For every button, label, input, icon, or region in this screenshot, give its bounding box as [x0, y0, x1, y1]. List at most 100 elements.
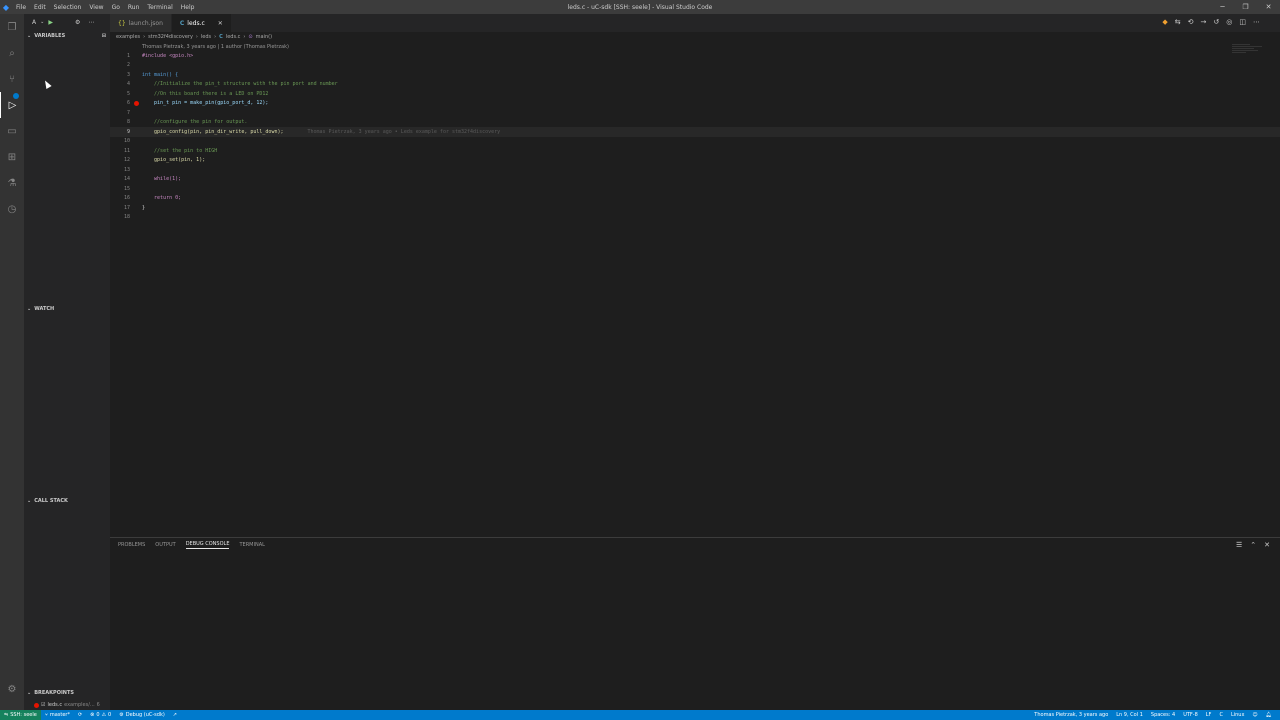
source-control-icon[interactable]: ⑂ — [0, 66, 24, 92]
chevron-down-icon[interactable]: ⌄ — [40, 19, 44, 25]
platform[interactable]: Linux — [1227, 712, 1248, 718]
cursor-position[interactable]: Ln 9, Col 1 — [1112, 712, 1147, 718]
debug-config-select[interactable]: A — [32, 19, 36, 26]
breakpoints-section-header[interactable]: ⌄ BREAKPOINTS — [24, 687, 74, 699]
breadcrumb-item[interactable]: leds.c — [226, 34, 241, 40]
menu-bar: File Edit Selection View Go Run Terminal… — [12, 4, 198, 11]
go-back-icon[interactable]: ⟲ — [1188, 18, 1194, 26]
more-icon[interactable]: ⋯ — [1253, 18, 1260, 26]
tab-launch-json[interactable]: {} launch.json — [110, 14, 172, 32]
watch-title: WATCH — [34, 306, 55, 312]
breakpoint-item[interactable]: ☑ leds.c examples/... 6 — [24, 702, 110, 708]
close-icon[interactable]: ✕ — [218, 20, 223, 27]
split-editor-icon[interactable]: ◫ — [1239, 18, 1246, 26]
minimap[interactable] — [1232, 44, 1266, 64]
blame-status[interactable]: Thomas Pietrzak, 3 years ago — [1030, 712, 1112, 718]
tab-leds-c[interactable]: C leds.c ✕ — [171, 14, 232, 32]
timeline-icon[interactable]: ◷ — [0, 196, 24, 222]
source-control-badge — [13, 93, 19, 99]
line-number: 7 — [126, 109, 130, 116]
collapse-all-icon[interactable]: ⊟ — [102, 33, 106, 39]
menu-terminal[interactable]: Terminal — [143, 4, 176, 11]
menu-go[interactable]: Go — [108, 4, 124, 11]
debug-toolbar-icon[interactable]: ◆ — [1162, 18, 1167, 26]
breakpoint-gutter[interactable] — [130, 100, 142, 106]
restore-icon[interactable]: ❐ — [1234, 0, 1257, 14]
line-number: 11 — [123, 147, 130, 154]
tab-terminal[interactable]: TERMINAL — [239, 542, 264, 548]
breadcrumb-item[interactable]: examples — [116, 34, 140, 40]
menu-help[interactable]: Help — [177, 4, 199, 11]
remote-explorer-icon[interactable]: ▭ — [0, 118, 24, 144]
code-line: 10 — [110, 137, 1280, 147]
line-number: 2 — [126, 62, 130, 69]
c-file-icon: C — [219, 34, 223, 40]
code-line: 12 gpio_set(pin, 1); — [110, 156, 1280, 166]
call-stack-section-header[interactable]: ⌄ CALL STACK — [24, 495, 68, 507]
feedback-icon[interactable]: ☺ — [1248, 712, 1261, 718]
bell-icon[interactable]: 🔔︎ — [1262, 712, 1276, 718]
menu-selection[interactable]: Selection — [50, 4, 86, 11]
close-panel-icon[interactable]: ✕ — [1264, 541, 1270, 549]
filter-icon[interactable]: ☰ — [1236, 541, 1242, 549]
remote-indicator[interactable]: ⇋ SSH: seele — [0, 710, 41, 720]
menu-file[interactable]: File — [12, 4, 30, 11]
encoding[interactable]: UTF-8 — [1179, 712, 1202, 718]
minimize-icon[interactable]: ─ — [1211, 0, 1234, 14]
code-editor[interactable]: 1 #include <gpio.h> 2 3 int main() { 4 /… — [110, 51, 1280, 222]
end-of-line[interactable]: LF — [1202, 712, 1216, 718]
code-line: 5 //On this board there is a LED on PD12 — [110, 89, 1280, 99]
menu-run[interactable]: Run — [124, 4, 144, 11]
line-number: 5 — [126, 90, 130, 97]
run-debug-icon[interactable]: ▷ — [0, 92, 24, 118]
breakpoint-file: leds.c — [47, 702, 63, 708]
gear-icon[interactable]: ⚙ — [75, 19, 80, 26]
checkbox-icon[interactable]: ☑ — [41, 702, 45, 708]
live-share-icon[interactable]: ↗ — [169, 712, 181, 718]
breadcrumb-item[interactable]: stm32f4discovery — [148, 34, 193, 40]
indentation[interactable]: Spaces: 4 — [1147, 712, 1179, 718]
breadcrumb-item[interactable]: leds — [201, 34, 211, 40]
breadcrumb: examples › stm32f4discovery › leds › C l… — [110, 32, 1280, 42]
code-line: 7 — [110, 108, 1280, 118]
codelens-blame[interactable]: Thomas Pietrzak, 3 years ago | 1 author … — [110, 42, 1280, 51]
code-line: 2 — [110, 61, 1280, 71]
close-icon[interactable]: ✕ — [1257, 0, 1280, 14]
problems-indicator[interactable]: ⊗ 0 ⚠ 0 — [86, 712, 115, 718]
line-number: 14 — [123, 176, 130, 183]
line-number: 3 — [126, 71, 130, 78]
explorer-icon[interactable]: ❐ — [0, 14, 24, 40]
code-line: 13 — [110, 165, 1280, 175]
code-text: //Initialize the pin_t structure with th… — [142, 81, 338, 88]
watch-section-header[interactable]: ⌄ WATCH — [24, 303, 54, 315]
open-changes-icon[interactable]: ◎ — [1226, 18, 1232, 26]
debug-indicator[interactable]: ⚙ Debug (uC-sdk) — [115, 712, 169, 718]
tab-output[interactable]: OUTPUT — [155, 542, 175, 548]
breakpoint-dot-icon — [34, 702, 39, 708]
menu-edit[interactable]: Edit — [30, 4, 50, 11]
search-icon[interactable]: ⌕ — [0, 40, 24, 66]
go-forward-icon[interactable]: → — [1201, 18, 1207, 26]
breakpoint-icon[interactable] — [133, 100, 139, 106]
line-number: 1 — [126, 52, 130, 59]
tab-problems[interactable]: PROBLEMS — [118, 542, 145, 548]
menu-view[interactable]: View — [85, 4, 107, 11]
stage-icon[interactable]: ↺ — [1213, 18, 1219, 26]
line-number: 6 — [126, 100, 130, 107]
start-debug-icon[interactable]: ▶ — [48, 19, 53, 26]
testing-icon[interactable]: ⚗ — [0, 170, 24, 196]
more-icon[interactable]: ⋯ — [88, 19, 94, 26]
breadcrumb-item[interactable]: main() — [256, 34, 272, 40]
sync-icon[interactable]: ⟳ — [74, 712, 86, 718]
variables-section-header[interactable]: ⌄ VARIABLES ⊟ — [24, 30, 110, 42]
extensions-icon[interactable]: ⊞ — [0, 144, 24, 170]
tab-debug-console[interactable]: DEBUG CONSOLE — [185, 541, 230, 549]
branch-indicator[interactable]: ⑂ master* — [41, 712, 74, 718]
compare-icon[interactable]: ⇆ — [1175, 18, 1181, 26]
gear-icon[interactable]: ⚙ — [0, 676, 24, 702]
language-mode[interactable]: C — [1215, 712, 1227, 718]
maximize-panel-icon[interactable]: ⌃ — [1250, 541, 1256, 549]
tab-label: launch.json — [128, 19, 163, 27]
warning-icon: ⚠ — [101, 712, 107, 718]
c-file-icon: C — [179, 19, 185, 27]
